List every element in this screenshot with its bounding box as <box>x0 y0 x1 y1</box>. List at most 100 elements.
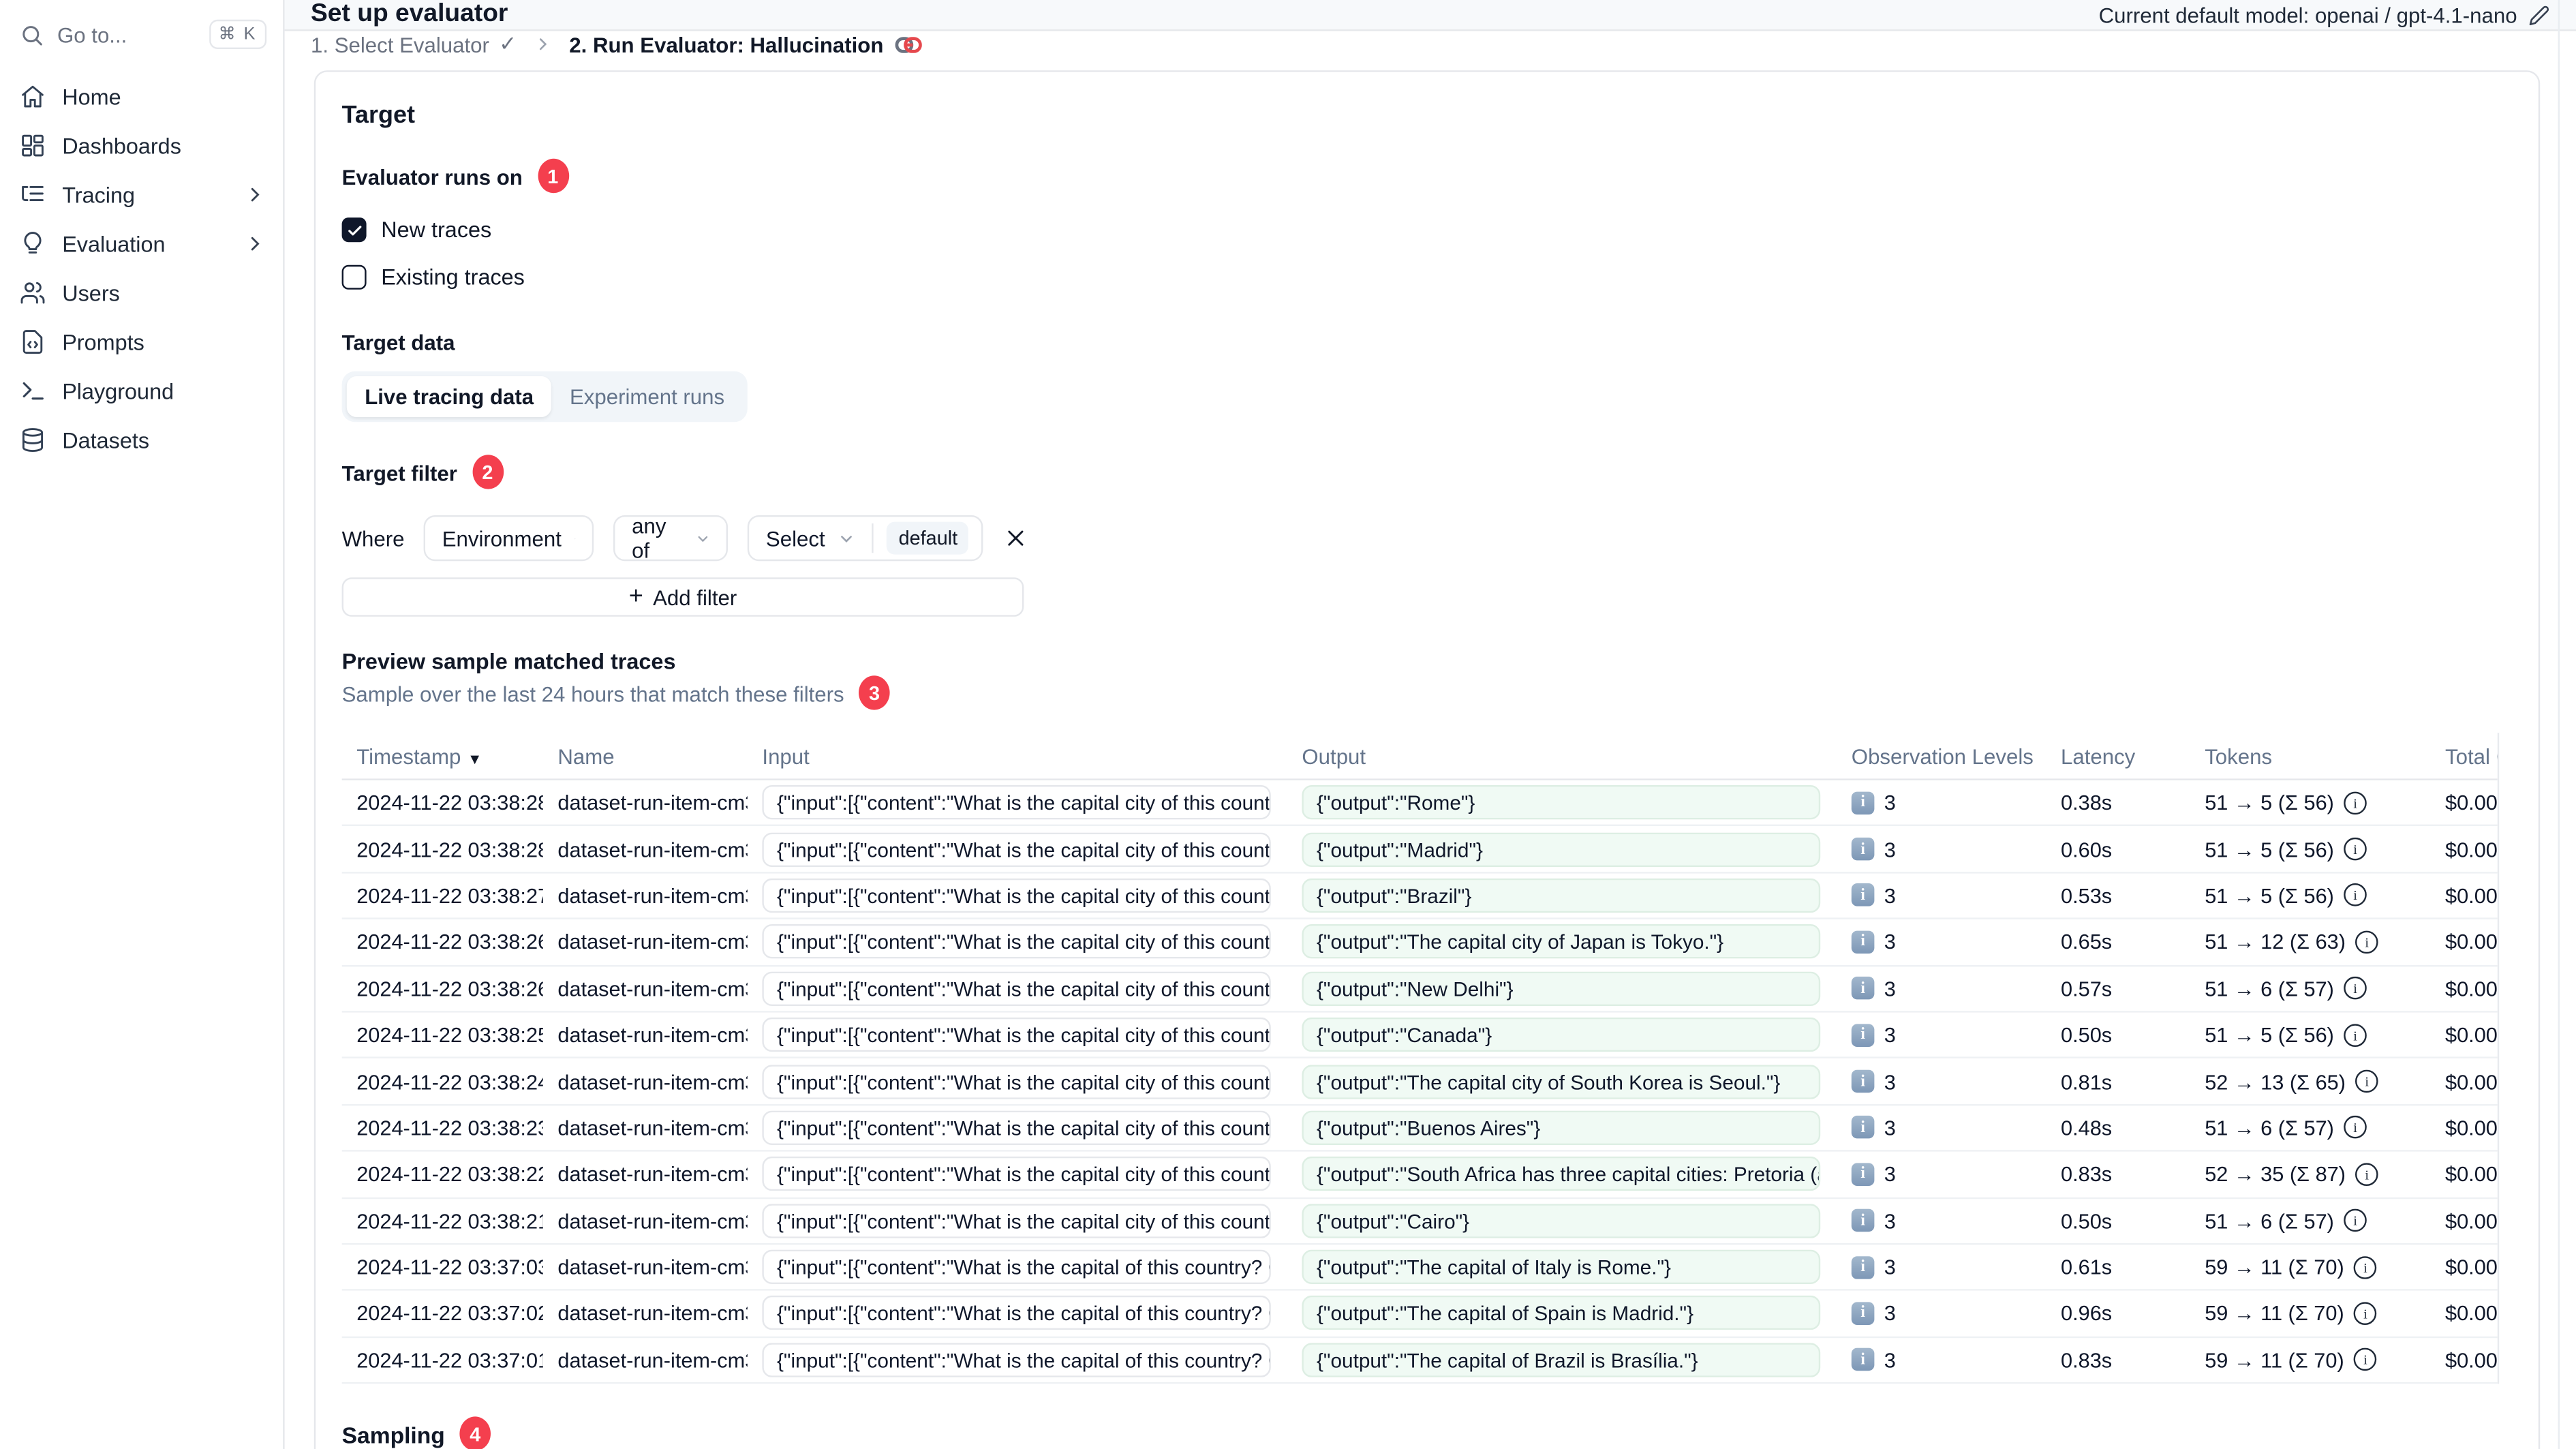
filter-operator-select[interactable]: any of <box>613 514 729 563</box>
info-square-icon <box>1851 977 1875 1000</box>
where-label: Where <box>341 525 405 551</box>
target-filter-label: Target filter <box>341 461 457 486</box>
table-row[interactable]: 2024-11-22 03:38:27 dataset-run-item-cm3s… <box>341 873 2498 920</box>
breadcrumb: 1. Select Evaluator ✓ 2. Run Evaluator: … <box>285 31 2576 57</box>
table-row[interactable]: 2024-11-22 03:38:24 dataset-run-item-cm3s… <box>341 1059 2498 1105</box>
column-header-input[interactable]: Input <box>748 744 1287 768</box>
sidebar-item-label: Evaluation <box>62 231 166 256</box>
table-row[interactable]: 2024-11-22 03:38:28 dataset-run-item-cm3s… <box>341 780 2498 827</box>
observation-levels-cell: 3 <box>1837 930 2046 954</box>
table-scrollbar[interactable] <box>2497 733 2513 1384</box>
dashboards-icon <box>20 132 46 158</box>
input-cell: {"input":[{"content":"What is the capita… <box>748 878 1287 913</box>
input-cell: {"input":[{"content":"What is the capita… <box>748 1018 1287 1052</box>
breadcrumb-step-1[interactable]: 1. Select Evaluator ✓ <box>311 31 517 57</box>
sidebar-item-dashboards[interactable]: Dashboards <box>0 121 283 170</box>
tokens-cell: 52 → 35 (Σ 87) <box>2190 1162 2431 1187</box>
sidebar-item-label: Users <box>62 280 120 305</box>
table-row[interactable]: 2024-11-22 03:38:23 dataset-run-item-cm3s… <box>341 1105 2498 1152</box>
tokens-cell: 51 → 5 (Σ 56) <box>2190 883 2431 908</box>
new-traces-checkbox[interactable] <box>341 217 367 243</box>
output-cell: {"output":"The capital of Italy is Rome.… <box>1287 1249 1837 1285</box>
timestamp-cell: 2024-11-22 03:38:24 <box>356 1069 543 1094</box>
knot-icon <box>895 36 923 52</box>
filter-field-select[interactable]: Environment <box>424 515 594 562</box>
chevron-down-icon <box>842 534 853 542</box>
table-row[interactable]: 2024-11-22 03:37:01 dataset-run-item-cm3s… <box>341 1337 2498 1384</box>
tokens-cell: 51 → 5 (Σ 56) <box>2190 1022 2431 1047</box>
info-circle-icon <box>2354 1348 2377 1372</box>
table-row[interactable]: 2024-11-22 03:38:22 dataset-run-item-cm3s… <box>341 1152 2498 1199</box>
info-square-icon <box>1851 1209 1875 1232</box>
table-row[interactable]: 2024-11-22 03:38:26 dataset-run-item-cm3s… <box>341 919 2498 966</box>
sidebar-item-users[interactable]: Users <box>0 269 283 318</box>
existing-traces-checkbox-row[interactable]: Existing traces <box>341 260 2513 294</box>
name-cell: dataset-run-item-cm3s4 <box>557 1115 747 1140</box>
column-header-tokens[interactable]: Tokens <box>2190 744 2431 768</box>
column-header-latency[interactable]: Latency <box>2046 744 2190 768</box>
tab-live-tracing-data[interactable]: Live tracing data <box>346 376 552 417</box>
info-circle-icon <box>2344 1023 2367 1047</box>
sidebar-item-datasets[interactable]: Datasets <box>0 416 283 465</box>
table-row[interactable]: 2024-11-22 03:37:03 dataset-run-item-cm3s… <box>341 1245 2498 1292</box>
sidebar-item-tracing[interactable]: Tracing <box>0 170 283 219</box>
search-icon <box>20 22 44 46</box>
page-scrollbar[interactable] <box>2558 0 2560 1449</box>
chevron-right-icon <box>539 38 547 50</box>
existing-traces-checkbox[interactable] <box>341 264 367 290</box>
column-header-name[interactable]: Name <box>543 744 748 768</box>
sidebar-item-home[interactable]: Home <box>0 72 283 121</box>
target-data-row: Target data <box>342 331 2513 355</box>
observation-levels-cell: 3 <box>1837 1208 2046 1233</box>
input-cell: {"input":[{"content":"What is the capita… <box>748 1203 1287 1238</box>
name-cell: dataset-run-item-cm3s4 <box>557 976 747 1001</box>
remove-filter-button[interactable] <box>1003 525 1029 551</box>
info-square-icon <box>1851 1116 1875 1140</box>
edit-model-button[interactable] <box>2528 4 2549 25</box>
evaluator-runs-on-row: Evaluator runs on 1 <box>342 158 2513 196</box>
timestamp-cell: 2024-11-22 03:37:03 <box>356 1255 543 1280</box>
add-filter-label: Add filter <box>653 585 737 610</box>
goto-button[interactable]: Go to... ⌘ K <box>20 19 267 49</box>
sidebar-item-prompts[interactable]: Prompts <box>0 318 283 367</box>
users-icon <box>20 279 46 305</box>
column-header-output[interactable]: Output <box>1287 744 1837 768</box>
sidebar-item-evaluation[interactable]: Evaluation <box>0 219 283 269</box>
latency-cell: 0.48s <box>2061 1115 2113 1140</box>
info-circle-icon <box>2355 1069 2378 1093</box>
input-cell: {"input":[{"content":"What is the capita… <box>748 1296 1287 1331</box>
name-cell: dataset-run-item-cm3s4 <box>557 1347 747 1373</box>
target-data-label: Target data <box>341 330 455 355</box>
latency-cell: 0.60s <box>2061 836 2113 861</box>
info-square-icon <box>1851 1023 1875 1047</box>
column-header-observation-levels[interactable]: Observation Levels <box>1837 744 2046 768</box>
chevron-down-icon <box>698 535 707 542</box>
table-row[interactable]: 2024-11-22 03:38:25 dataset-run-item-cm3s… <box>341 1012 2498 1059</box>
filter-field-value: Environment <box>442 525 562 551</box>
latency-cell: 0.83s <box>2061 1161 2113 1187</box>
table-row[interactable]: 2024-11-22 03:38:28 dataset-run-item-cm3s… <box>341 827 2498 874</box>
new-traces-checkbox-row[interactable]: New traces <box>341 213 2513 247</box>
observation-levels-cell: 3 <box>1837 837 2046 861</box>
column-header-total-cost[interactable]: Total Cost <box>2430 744 2498 768</box>
sidebar-item-label: Tracing <box>62 182 136 207</box>
timestamp-cell: 2024-11-22 03:38:26 <box>356 976 543 1001</box>
table-row[interactable]: 2024-11-22 03:38:26 dataset-run-item-cm3s… <box>341 966 2498 1013</box>
sidebar-item-playground[interactable]: Playground <box>0 367 283 416</box>
output-cell: {"output":"Madrid"} <box>1287 832 1837 866</box>
name-cell: dataset-run-item-cm3s4 <box>557 930 747 955</box>
total-cost-cell: $0.000015 <box>2445 930 2498 955</box>
goto-shortcut: ⌘ K <box>209 19 267 49</box>
add-filter-button[interactable]: + Add filter <box>341 577 1024 617</box>
table-row[interactable]: 2024-11-22 03:37:02 dataset-run-item-cm3s… <box>341 1291 2498 1338</box>
tab-experiment-runs[interactable]: Experiment runs <box>552 376 743 417</box>
total-cost-cell: $0.00046 ( <box>2445 1347 2498 1373</box>
new-traces-label: New traces <box>381 217 492 243</box>
column-header-timestamp[interactable]: Timestamp ▼ <box>342 744 543 768</box>
breadcrumb-step-2: 2. Run Evaluator: Hallucination <box>569 32 923 57</box>
filter-value-select[interactable]: Select default <box>748 515 984 562</box>
default-model-info: Current default model: openai / gpt-4.1-… <box>2099 3 2550 27</box>
name-cell: dataset-run-item-cm3s4 <box>557 1255 747 1280</box>
table-row[interactable]: 2024-11-22 03:38:21 dataset-run-item-cm3s… <box>341 1198 2498 1245</box>
name-cell: dataset-run-item-cm3s4 <box>557 1022 747 1048</box>
